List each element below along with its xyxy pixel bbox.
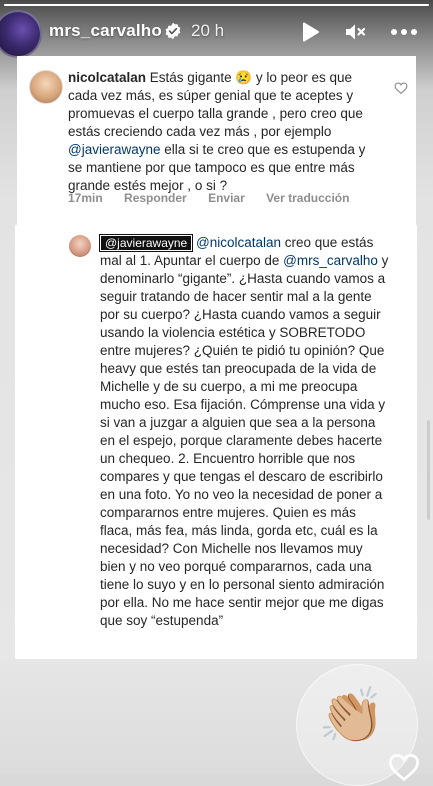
profile-avatar[interactable] [0,10,42,58]
comment-meta-row: 17min Responder Enviar Ver traducción [68,191,367,205]
reply-screenshot: @javierawayne @nicolcatalan creo que est… [15,225,417,659]
comment-time: 17min [68,191,103,205]
more-icon[interactable] [389,20,419,44]
comment-mention: @javierawayne [68,142,161,157]
play-icon[interactable] [298,20,322,44]
reply-mention-1: @nicolcatalan [195,235,281,250]
clapping-hands-icon[interactable]: 👏🏼 [318,686,385,746]
like-story-icon[interactable] [387,752,421,782]
comment-author: nicolcatalan [68,70,147,85]
story-header: mrs_carvalho 20 h [0,8,433,58]
reply-author-tag: @javierawayne [98,234,194,252]
comment-like-icon [394,82,408,94]
comment-reply-link: Responder [124,191,187,205]
story-progress-bar [4,4,429,6]
story-time: 20 h [191,21,225,40]
verified-badge-icon [165,22,181,40]
comment-text-block: nicolcatalan Estás gigante 😢 y lo peor e… [68,69,376,195]
reply-author-avatar [69,235,91,257]
comment-send-link: Enviar [208,191,245,205]
scrollbar [427,420,430,520]
mute-icon[interactable] [343,20,367,44]
reply-text-block: @javierawayne @nicolcatalan creo que est… [98,234,390,630]
reply-mention-2: @mrs_carvalho [283,253,378,268]
comment-author-avatar [29,70,63,104]
comment-translate-link: Ver traducción [266,191,350,205]
story-progress-fill [4,4,429,6]
reply-body-2: y denominarlo “gigante”. ¿Hasta cuando v… [100,253,389,628]
comment-screenshot: nicolcatalan Estás gigante 😢 y lo peor e… [17,56,416,226]
username[interactable]: mrs_carvalho [49,21,162,41]
